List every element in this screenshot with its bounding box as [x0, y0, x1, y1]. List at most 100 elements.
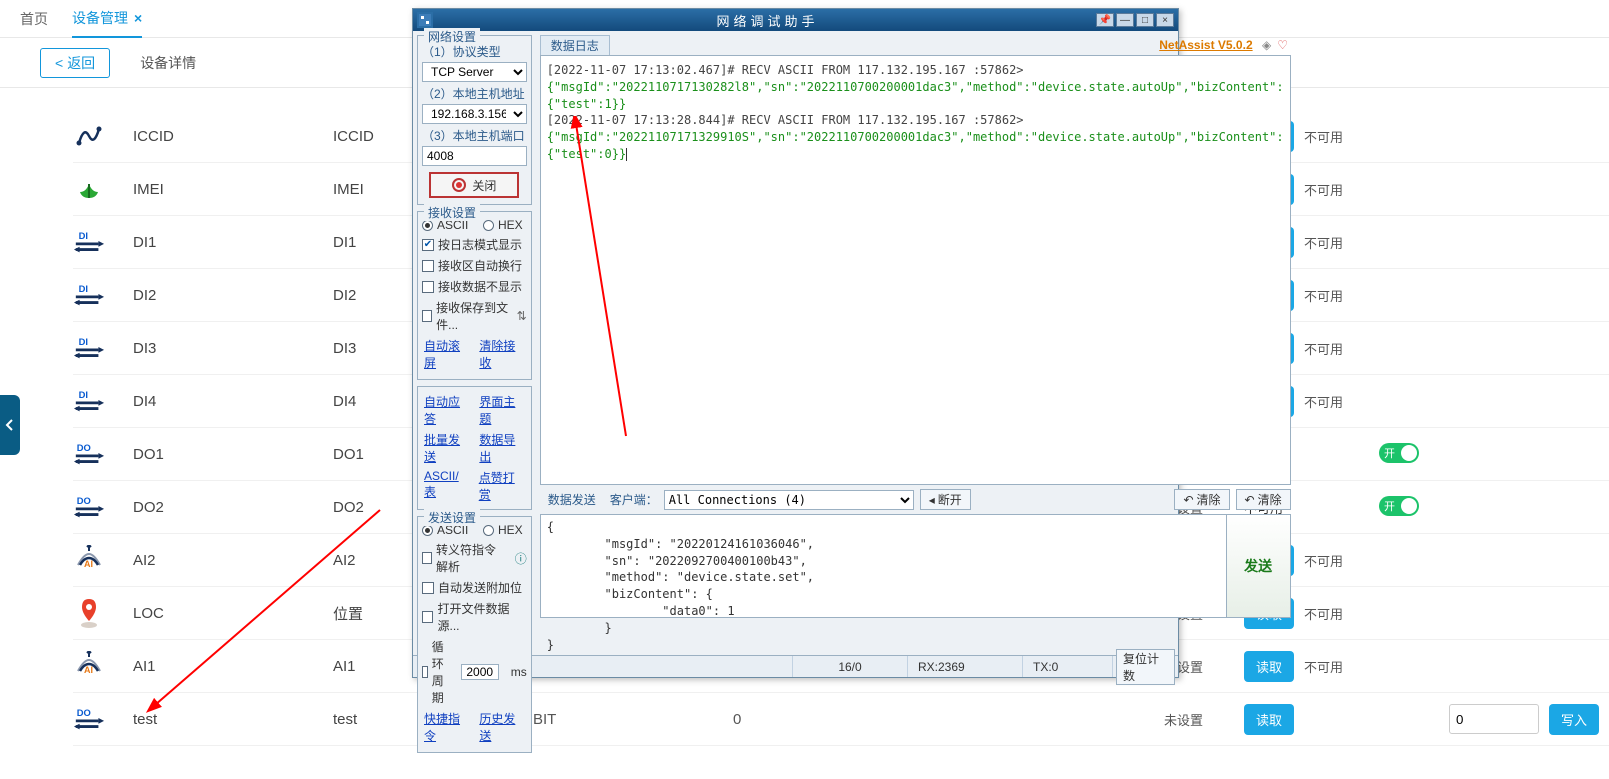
svg-text:AI: AI	[84, 665, 93, 675]
tab-device-mgmt[interactable]: 设备管理 ×	[72, 0, 142, 38]
link-clearrecv[interactable]: 清除接收	[479, 337, 524, 371]
host-addr-select[interactable]: 192.168.3.156	[422, 104, 527, 124]
link-theme[interactable]: 界面主题	[479, 393, 524, 427]
link-autoscroll[interactable]: 自动滚屏	[424, 337, 469, 371]
port-label: （3）本地主机端口	[422, 127, 527, 144]
send-settings-panel: 发送设置 ASCII HEX 转义符指令解析 ⓘ 自动发送附加位 打开文件数据源…	[417, 516, 532, 753]
chk-logmode[interactable]	[422, 239, 434, 251]
var-name: ICCID	[133, 128, 333, 145]
back-button[interactable]: < 返回	[40, 48, 110, 78]
disconnect-button[interactable]: ◂断开	[920, 489, 971, 510]
chk-escape[interactable]	[422, 552, 432, 564]
var-type: BIT	[533, 711, 733, 728]
link-quickcmd[interactable]: 快捷指令	[424, 710, 469, 744]
protocol-select[interactable]: TCP Server	[422, 62, 527, 82]
do-icon: DO	[73, 491, 105, 523]
var-value: 0	[733, 711, 933, 728]
log-tab[interactable]: 数据日志	[540, 35, 610, 55]
quick-links-panel: 自动应答界面主题 批量发送数据导出 ASCII/表点赞打赏	[417, 386, 532, 510]
unavail-label: 不可用	[1304, 660, 1343, 675]
sendbar-tab: 数据发送	[540, 490, 604, 509]
chk-autowrap[interactable]	[422, 260, 434, 272]
var-name: DI2	[133, 287, 333, 304]
close-conn-button[interactable]: 关闭	[429, 172, 519, 198]
minimize-button[interactable]: —	[1116, 13, 1134, 27]
link-batchsend[interactable]: 批量发送	[424, 431, 469, 465]
client-select[interactable]: All Connections (4)	[664, 490, 914, 510]
toggle-switch[interactable]: 开	[1379, 443, 1419, 463]
brand-link[interactable]: NetAssist V5.0.2	[1159, 38, 1252, 52]
link-history[interactable]: 历史发送	[479, 710, 524, 744]
port-input[interactable]	[422, 146, 527, 166]
chk-savefile[interactable]	[422, 310, 432, 322]
radio-ascii[interactable]	[422, 220, 433, 231]
radio-send-hex[interactable]	[483, 525, 494, 536]
svg-text:DO: DO	[77, 442, 91, 453]
bell-icon[interactable]: ♡	[1275, 38, 1291, 52]
log-line: {"msgId":"2022110717130282l8","sn":"2022…	[547, 79, 1284, 113]
log-box[interactable]: [2022-11-07 17:13:02.467]# RECV ASCII FR…	[540, 55, 1291, 485]
pin-icon[interactable]: 📌	[1096, 13, 1114, 27]
unavail-label: 不可用	[1304, 607, 1343, 622]
link-donate[interactable]: 点赞打赏	[479, 469, 525, 503]
do-icon: DO	[73, 703, 105, 735]
svg-text:DI: DI	[79, 230, 88, 241]
legend-recv: 接收设置	[424, 204, 480, 221]
di-icon: DI	[73, 385, 105, 417]
unavail-label: 不可用	[1304, 130, 1343, 145]
link-asciitbl[interactable]: ASCII/表	[424, 469, 469, 503]
send-textarea[interactable]: { "msgId": "20220124161036046", "sn": "2…	[540, 514, 1227, 618]
var-name: DI1	[133, 234, 333, 251]
imei-icon	[73, 173, 105, 205]
do-icon: DO	[73, 438, 105, 470]
close-button[interactable]: ×	[1156, 13, 1174, 27]
var-name: LOC	[133, 605, 333, 622]
diamond-icon[interactable]: ◈	[1259, 38, 1275, 52]
link-autoresp[interactable]: 自动应答	[424, 393, 469, 427]
var-name: DI4	[133, 393, 333, 410]
value-input[interactable]	[1449, 704, 1539, 734]
toggle-switch[interactable]: 开	[1379, 496, 1419, 516]
chk-hiderecv[interactable]	[422, 281, 434, 293]
radio-hex[interactable]	[483, 220, 494, 231]
info-icon[interactable]: ⓘ	[515, 550, 527, 567]
svg-text:DI: DI	[79, 283, 88, 294]
legend-netset: 网络设置	[424, 28, 480, 45]
di-icon: DI	[73, 226, 105, 258]
status-tx: TX:0	[1023, 656, 1113, 677]
unavail-label: 不可用	[1304, 342, 1343, 357]
write-button[interactable]: 写入	[1549, 704, 1599, 735]
read-button[interactable]: 读取	[1244, 651, 1294, 682]
send-button[interactable]: 发送	[1227, 514, 1291, 618]
chk-openfile[interactable]	[422, 611, 433, 623]
table-row: DOtesttestBIT0未设置读取写入	[73, 693, 1609, 746]
maximize-button[interactable]: □	[1136, 13, 1154, 27]
clear-button-2[interactable]: ↶ 清除	[1236, 489, 1291, 510]
titlebar[interactable]: 网络调试助手 📌 — □ ×	[413, 9, 1178, 31]
loc-icon	[73, 597, 105, 629]
loop-period-input[interactable]	[461, 664, 499, 680]
netassist-window: 网络调试助手 📌 — □ × 网络设置 （1）协议类型 TCP Server （…	[412, 8, 1179, 678]
clear-button-1[interactable]: ↶ 清除	[1174, 489, 1229, 510]
var-name: DI3	[133, 340, 333, 357]
di-icon: DI	[73, 332, 105, 364]
var-name: test	[133, 711, 333, 728]
tab-home[interactable]: 首页	[20, 0, 48, 38]
svg-text:DO: DO	[77, 495, 91, 506]
var-name: AI1	[133, 658, 333, 675]
page-title: 设备详情	[140, 53, 196, 73]
chevron-left-icon: <	[55, 55, 63, 71]
unavail-label: 不可用	[1304, 183, 1343, 198]
recv-settings-panel: 接收设置 ASCII HEX 按日志模式显示 接收区自动换行 接收数据不显示 接…	[417, 211, 532, 380]
chk-autoattach[interactable]	[422, 582, 434, 594]
var-name: DO2	[133, 499, 333, 516]
var-name: IMEI	[133, 181, 333, 198]
side-handle[interactable]	[0, 395, 20, 455]
radio-send-ascii[interactable]	[422, 525, 433, 536]
chk-loop[interactable]	[422, 666, 428, 678]
tab-close-icon[interactable]: ×	[134, 10, 142, 26]
read-button[interactable]: 读取	[1244, 704, 1294, 735]
ai-icon: AI	[73, 650, 105, 682]
reset-count-button[interactable]: 复位计数	[1116, 649, 1175, 685]
link-export[interactable]: 数据导出	[479, 431, 524, 465]
